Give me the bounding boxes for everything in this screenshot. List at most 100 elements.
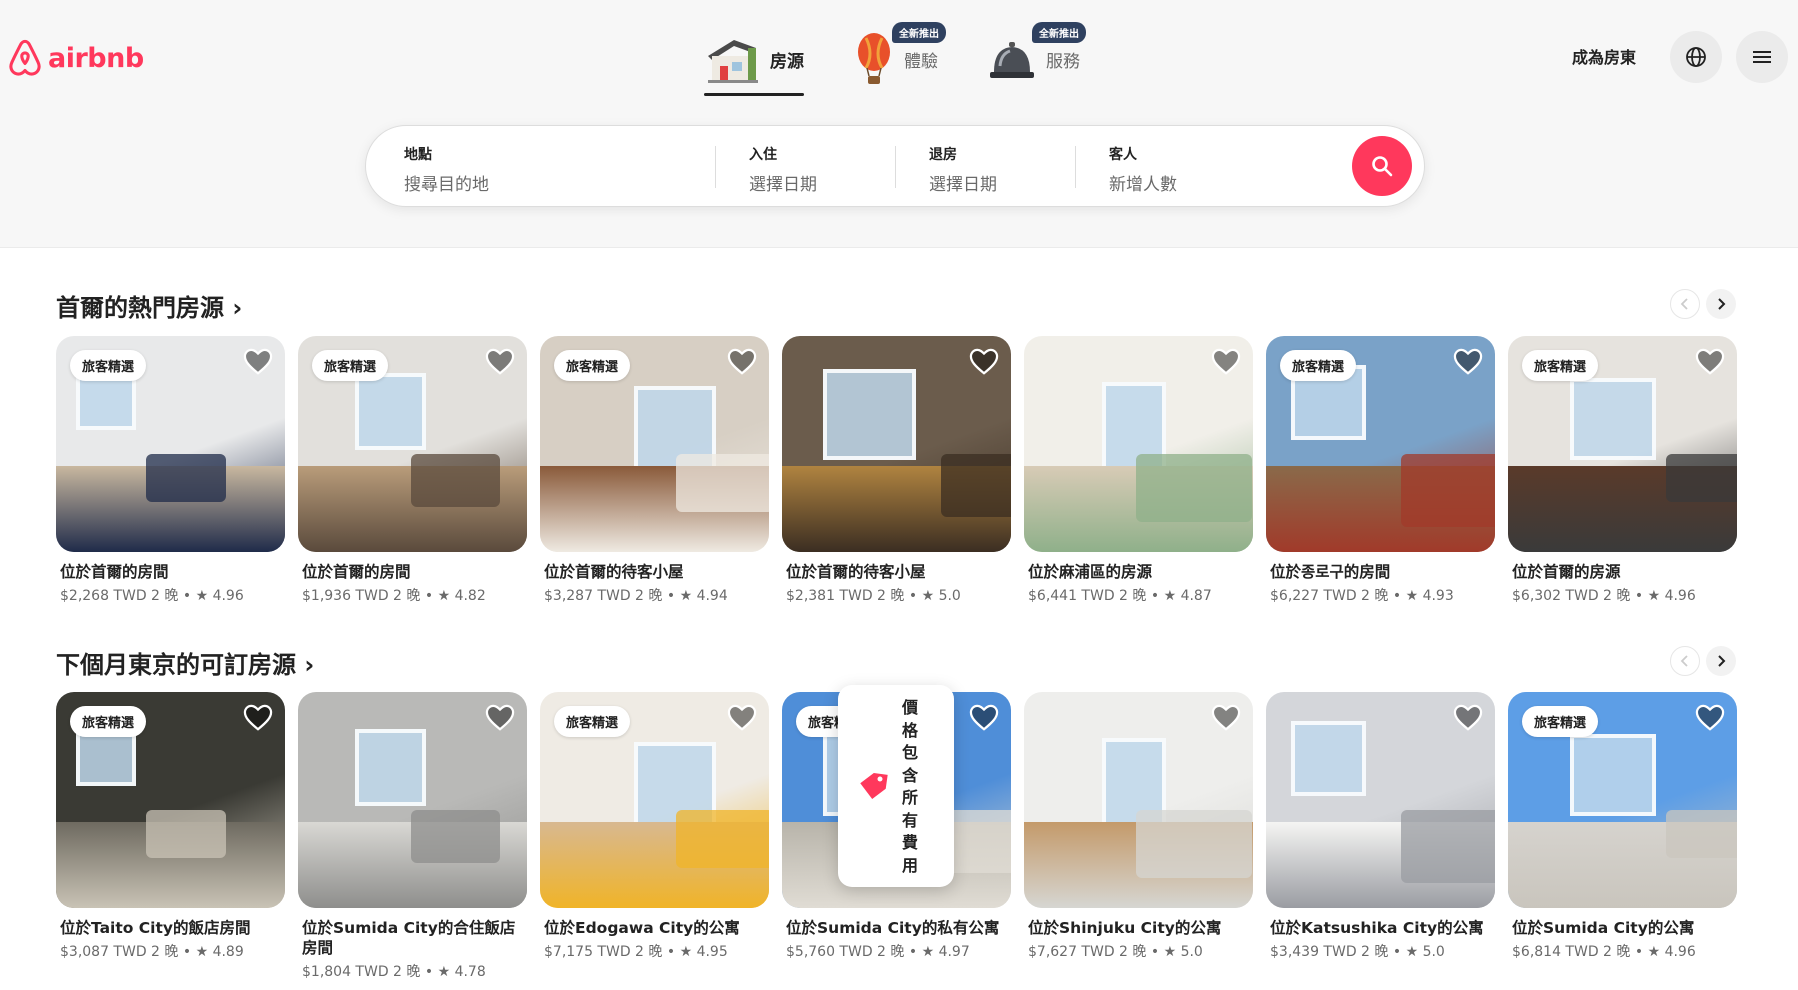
heart-icon[interactable] [1453, 704, 1483, 732]
listing-title: 位於首爾的房源 [1512, 563, 1621, 581]
become-host-link[interactable]: 成為房東 [1572, 44, 1636, 68]
listing-photo[interactable] [298, 692, 527, 908]
listing-card[interactable]: 位於Shinjuku City的公寓 $7,627 TWD 2 晚 • ★ 5.0 [1024, 692, 1253, 981]
photo-window [1570, 734, 1656, 816]
heart-icon[interactable] [969, 348, 999, 376]
guest-favorite-badge: 旅客精選 [554, 350, 631, 381]
heart-icon[interactable] [969, 704, 999, 732]
listing-photo[interactable]: 旅客精選 [56, 692, 285, 908]
chevron-right-icon [1718, 655, 1726, 667]
listing-photo[interactable]: 旅客精選 [540, 336, 769, 552]
listing-card[interactable]: 旅客精選 位於Taito City的飯店房間 $3,087 TWD 2 晚 • ★ … [56, 692, 285, 981]
search-guests[interactable]: 客人 新增人數 [1109, 144, 1177, 195]
listing-title: 位於首爾的房間 [60, 563, 169, 581]
heart-icon[interactable] [727, 348, 757, 376]
heart-icon[interactable] [485, 704, 515, 732]
heart-icon[interactable] [243, 348, 273, 376]
globe-icon [1686, 47, 1706, 67]
section-title-seoul[interactable]: 首爾的熱門房源 › [56, 288, 242, 323]
search-where-input[interactable]: 搜尋目的地 [404, 170, 489, 195]
listing-photo[interactable]: 旅客精選 [1508, 336, 1737, 552]
heart-icon[interactable] [1695, 704, 1725, 732]
listing-card[interactable]: 旅客精選 位於首爾的房間 $2,268 TWD 2 晚 • ★ 4.96 [56, 336, 285, 605]
search-where[interactable]: 地點 搜尋目的地 [404, 144, 489, 195]
guest-favorite-badge: 旅客精選 [1522, 706, 1599, 737]
listing-card[interactable]: 旅客精選 位於首爾的房間 $1,936 TWD 2 晚 • ★ 4.82 [298, 336, 527, 605]
listing-photo[interactable]: 旅客精選 [1508, 692, 1737, 908]
photo-furniture [1136, 810, 1252, 878]
tab-experiences-label: 體驗 [904, 51, 938, 72]
menu-icon [1753, 51, 1771, 63]
search-checkout[interactable]: 退房 選擇日期 [929, 144, 997, 195]
listing-card[interactable]: 旅客精選 位於Sumida City的公寓 $6,814 TWD 2 晚 • ★ 4… [1508, 692, 1737, 981]
search-checkin-input[interactable]: 選擇日期 [749, 170, 817, 195]
search-checkin[interactable]: 入住 選擇日期 [749, 144, 817, 195]
listing-title: 位於Shinjuku City的公寓 [1028, 919, 1222, 937]
language-button[interactable] [1670, 31, 1722, 83]
search-checkout-input[interactable]: 選擇日期 [929, 170, 997, 195]
listing-title: 位於Taito City的飯店房間 [60, 919, 251, 937]
search-divider [715, 146, 716, 188]
listing-photo[interactable] [1024, 336, 1253, 552]
section-title-tokyo[interactable]: 下個月東京的可訂房源 › [56, 645, 314, 680]
photo-furniture [1666, 454, 1737, 502]
listing-card[interactable]: 位於首爾的待客小屋 $2,381 TWD 2 晚 • ★ 5.0 [782, 336, 1011, 605]
heart-icon[interactable] [243, 704, 273, 732]
photo-furniture [146, 810, 226, 858]
photo-window [823, 369, 916, 460]
tab-homes[interactable]: 房源 [700, 24, 808, 96]
guest-favorite-badge: 旅客精選 [70, 350, 147, 381]
search-divider [1075, 146, 1076, 188]
listing-photo[interactable]: 旅客精選 [56, 336, 285, 552]
listing-title: 位於Katsushika City的公寓 [1270, 919, 1484, 937]
heart-icon[interactable] [1211, 704, 1241, 732]
listing-title: 位於Sumida City的公寓 [1512, 919, 1695, 937]
hot-air-balloon-icon [858, 33, 890, 84]
listing-title: 位於Edogawa City的公寓 [544, 919, 740, 937]
new-badge: 全新推出 [1032, 22, 1086, 43]
heart-icon[interactable] [485, 348, 515, 376]
next-arrow-button[interactable] [1706, 646, 1736, 676]
prev-arrow-button[interactable] [1670, 289, 1700, 319]
tab-experiences[interactable]: 體驗 全新推出 [850, 22, 946, 94]
search-guests-input[interactable]: 新增人數 [1109, 170, 1177, 195]
house-icon [708, 40, 758, 83]
listing-price-rating: $6,227 TWD 2 晚 • ★ 4.93 [1270, 588, 1454, 604]
prev-arrow-button[interactable] [1670, 646, 1700, 676]
photo-furniture [1666, 810, 1737, 858]
heart-icon[interactable] [1453, 348, 1483, 376]
airbnb-logo-text: airbnb [48, 42, 144, 74]
listing-photo[interactable] [1024, 692, 1253, 908]
photo-furniture [676, 810, 769, 868]
listing-card[interactable]: 位於Katsushika City的公寓 $3,439 TWD 2 晚 • ★ 5… [1266, 692, 1495, 981]
listing-card[interactable]: 旅客精選 位於Edogawa City的公寓 $7,175 TWD 2 晚 • ★ … [540, 692, 769, 981]
listing-photo[interactable]: 旅客精選 [1266, 336, 1495, 552]
airbnb-logo-icon [9, 39, 41, 76]
listing-photo[interactable]: 旅客精選 [540, 692, 769, 908]
next-arrow-button[interactable] [1706, 289, 1736, 319]
listing-photo[interactable]: 旅客精選 [298, 336, 527, 552]
listing-photo[interactable] [782, 336, 1011, 552]
photo-furniture [1401, 454, 1495, 527]
airbnb-logo[interactable]: airbnb [6, 38, 144, 78]
listing-card[interactable]: 旅客精選 位於首爾的房源 $6,302 TWD 2 晚 • ★ 4.96 [1508, 336, 1737, 605]
listing-card[interactable]: 旅客精選位於종로구的房間 $6,227 TWD 2 晚 • ★ 4.93 [1266, 336, 1495, 605]
listing-card[interactable]: 旅客精選位於首爾的待客小屋 $3,287 TWD 2 晚 • ★ 4.94 [540, 336, 769, 605]
photo-furniture [1401, 810, 1495, 883]
heart-icon[interactable] [1695, 348, 1725, 376]
heart-icon[interactable] [727, 704, 757, 732]
menu-button[interactable] [1736, 31, 1788, 83]
listing-title: 位於首爾的待客小屋 [544, 563, 684, 581]
search-guests-title: 客人 [1109, 147, 1137, 163]
search-button[interactable] [1352, 136, 1412, 196]
listing-title: 位於종로구的房間 [1270, 563, 1391, 581]
listing-card[interactable]: 位於麻浦區的房源 $6,441 TWD 2 晚 • ★ 4.87 [1024, 336, 1253, 605]
listing-photo[interactable] [1266, 692, 1495, 908]
new-badge: 全新推出 [892, 22, 946, 43]
photo-window [1291, 721, 1366, 796]
listing-card[interactable]: 位於Sumida City的合住飯店房間 $1,804 TWD 2 晚 • ★ 4… [298, 692, 527, 981]
tab-services[interactable]: 服務 全新推出 [984, 22, 1086, 94]
heart-icon[interactable] [1211, 348, 1241, 376]
listing-price-rating: $3,287 TWD 2 晚 • ★ 4.94 [544, 588, 728, 604]
category-nav: 房源 體驗 全新推出 服務 全新推出 [700, 22, 1086, 96]
